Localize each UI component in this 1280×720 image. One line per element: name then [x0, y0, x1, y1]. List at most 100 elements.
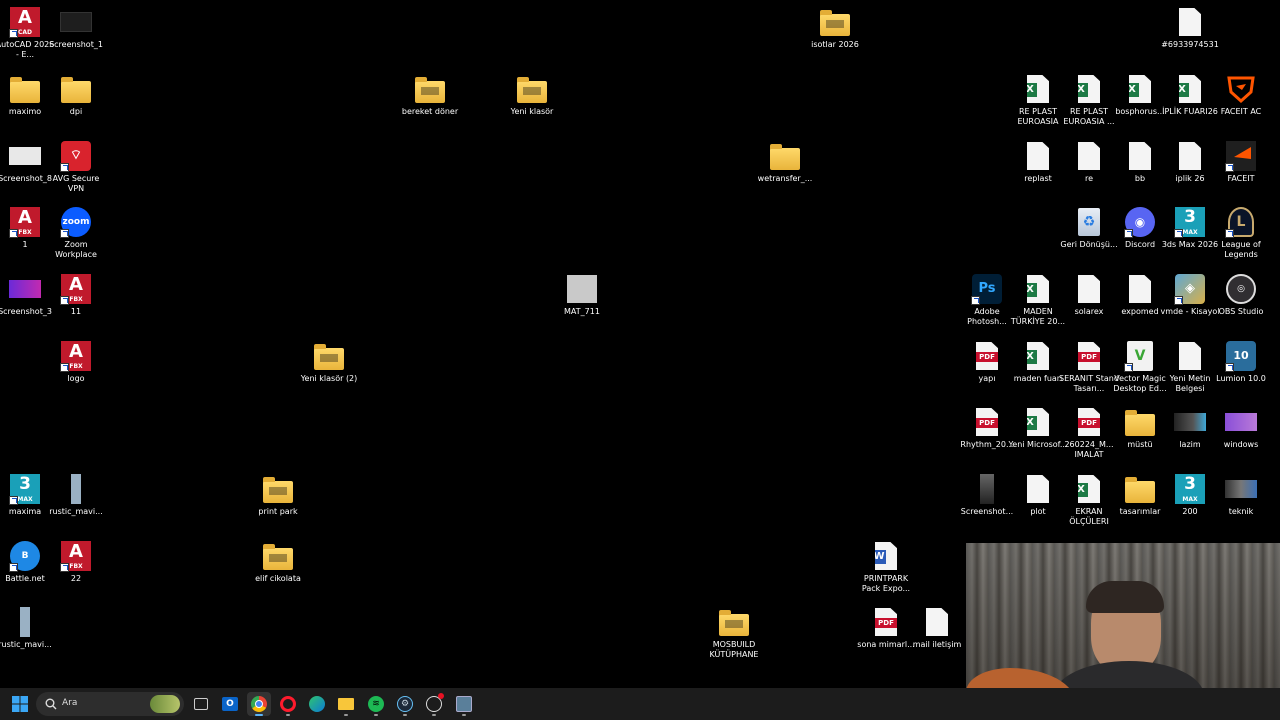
excel-icon — [1022, 73, 1054, 105]
folder-icon — [1124, 406, 1156, 438]
zip-folder-icon — [769, 140, 801, 172]
3dsmax-icon: 3 MAX — [1174, 206, 1206, 238]
desktop-icon-windows[interactable]: windows — [1209, 406, 1273, 450]
pdf-icon — [1073, 406, 1105, 438]
image-file-icon — [9, 606, 41, 638]
file-explorer-button[interactable] — [334, 692, 358, 716]
screenshot-thumbnail-icon — [9, 273, 41, 305]
obs-taskbar-button[interactable] — [422, 692, 446, 716]
screenshot-thumbnail-icon — [60, 6, 92, 38]
desktop-icon-avg-vpn[interactable]: ⌔ AVG Secure VPN — [44, 140, 108, 194]
folder-icon — [262, 540, 294, 572]
desktop-icon-fbx-22[interactable]: A FBX 22 — [44, 540, 108, 584]
vector-magic-icon: V — [1124, 340, 1156, 372]
lumion-icon: 10 — [1225, 340, 1257, 372]
folder-icon — [414, 73, 446, 105]
recycle-bin-icon: ♻ — [1073, 206, 1105, 238]
excel-icon — [1022, 340, 1054, 372]
search-highlight-image — [150, 695, 180, 713]
recording-indicator-icon — [438, 693, 444, 699]
spotify-button[interactable]: ≋ — [364, 692, 388, 716]
spotify-icon: ≋ — [368, 696, 384, 712]
desktop-icon-rustic-mavi[interactable]: rustic_mavi... — [44, 473, 108, 517]
snipping-tool-icon — [456, 696, 472, 712]
chrome-button[interactable] — [247, 692, 271, 716]
desktop-icon-dpi[interactable]: dpi — [44, 73, 108, 117]
desktop-icon-zoom[interactable]: zoom Zoom Workplace — [44, 206, 108, 260]
autocad-fbx-icon: A FBX — [60, 273, 92, 305]
discord-icon: ◉ — [1124, 206, 1156, 238]
search-icon — [45, 698, 57, 710]
desktop-icon-mosbuild[interactable]: MOSBUILD KÜTÜPHANE — [702, 606, 766, 660]
edge-button[interactable] — [305, 692, 329, 716]
autocad-icon: A CAD — [9, 6, 41, 38]
snipping-tool-button[interactable] — [452, 692, 476, 716]
outlook-icon: O — [222, 697, 238, 711]
text-file-icon — [921, 606, 953, 638]
desktop-icon-faceit-ac[interactable]: FACEIT AC — [1209, 73, 1273, 117]
desktop-icon-teknik[interactable]: teknik — [1209, 473, 1273, 517]
word-doc-icon — [870, 540, 902, 572]
desktop-icon-printpark[interactable]: PRINTPARK Pack Expo... — [854, 540, 918, 594]
battlenet-icon: B — [9, 540, 41, 572]
text-file-icon — [1124, 273, 1156, 305]
excel-icon — [1124, 73, 1156, 105]
opera-button[interactable] — [276, 692, 300, 716]
desktop-icon-yeni-klasor[interactable]: Yeni klasör — [500, 73, 564, 117]
text-file-icon — [1124, 140, 1156, 172]
steam-icon: ⚙ — [397, 696, 413, 712]
desktop-icon-mat-711[interactable]: MAT_711 — [550, 273, 614, 317]
pdf-icon — [1073, 340, 1105, 372]
text-file-icon — [1022, 473, 1054, 505]
screenshot-thumbnail-icon — [9, 140, 41, 172]
outlook-button[interactable]: O — [218, 692, 242, 716]
desktop-icon-lumion[interactable]: 10 Lumion 10.0 — [1209, 340, 1273, 384]
windows-start-icon — [12, 696, 28, 712]
desktop-icon-screenshot-1[interactable]: Screenshot_1 — [44, 6, 108, 50]
edge-icon — [309, 696, 325, 712]
desktop-icon-rustic-mavi-2[interactable]: rustic_mavi... — [0, 606, 57, 650]
desktop-icon-bereket-doner[interactable]: bereket döner — [398, 73, 462, 117]
desktop-icon-league-of-legends[interactable]: L League of Legends — [1209, 206, 1273, 260]
desktop-icon-obs-studio[interactable]: ◎ OBS Studio — [1209, 273, 1273, 317]
screenshot-thumbnail-icon — [1225, 473, 1257, 505]
excel-icon — [1022, 273, 1054, 305]
desktop-icon-wetransfer[interactable]: wetransfer_... — [753, 140, 817, 184]
faceit-ac-icon — [1225, 73, 1257, 105]
text-file-icon — [1174, 340, 1206, 372]
faceit-icon — [1225, 140, 1257, 172]
steam-button[interactable]: ⚙ — [393, 692, 417, 716]
pdf-icon — [870, 606, 902, 638]
screenshot-thumbnail-icon — [1225, 406, 1257, 438]
desktop-icon-print-park[interactable]: print park — [246, 473, 310, 517]
zoom-icon: zoom — [60, 206, 92, 238]
desktop-icon-fbx-11[interactable]: A FBX 11 — [44, 273, 108, 317]
image-file-icon — [566, 273, 598, 305]
desktop-icon-6933974531[interactable]: #6933974531 — [1158, 6, 1222, 50]
folder-icon — [262, 473, 294, 505]
folder-icon — [60, 73, 92, 105]
task-view-button[interactable] — [189, 692, 213, 716]
text-file-icon — [1022, 140, 1054, 172]
taskbar-search-box[interactable]: Ara — [36, 692, 184, 716]
folder-icon — [516, 73, 548, 105]
3dsmax-icon: 3 MAX — [9, 473, 41, 505]
desktop-icon-isotlar-2026[interactable]: isotlar 2026 — [803, 6, 867, 50]
obs-icon: ◎ — [1225, 273, 1257, 305]
folder-icon — [819, 6, 851, 38]
desktop-icon-mail-iletisim[interactable]: mail iletişim — [905, 606, 969, 650]
windows-start-button[interactable] — [8, 692, 32, 716]
task-view-icon — [194, 698, 208, 710]
desktop-icon-elif-cikolata[interactable]: elif cikolata — [246, 540, 310, 584]
vmde-icon: ◈ — [1174, 273, 1206, 305]
excel-icon — [1022, 406, 1054, 438]
search-placeholder: Ara — [62, 698, 78, 708]
desktop-icon-yeni-klasor-2[interactable]: Yeni klasör (2) — [297, 340, 361, 384]
excel-icon — [1073, 73, 1105, 105]
pdf-icon — [971, 406, 1003, 438]
desktop-icon-logo[interactable]: A FBX logo — [44, 340, 108, 384]
text-file-icon — [1174, 6, 1206, 38]
file-explorer-icon — [338, 698, 354, 710]
excel-icon — [1174, 73, 1206, 105]
desktop-icon-faceit[interactable]: FACEIT — [1209, 140, 1273, 184]
